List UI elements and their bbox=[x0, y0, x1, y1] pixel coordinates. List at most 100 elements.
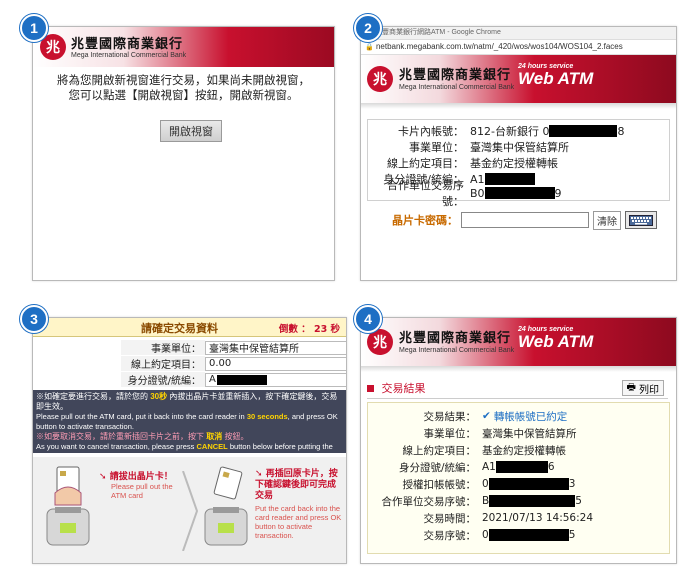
note-confirm-en: Please pull out the ATM card, put it bac… bbox=[36, 412, 343, 432]
row-suffix: 9 bbox=[554, 186, 562, 200]
row-value: 臺灣集中保管結算所 bbox=[482, 427, 577, 440]
panel-webatm-pin: 兆豐商業銀行網路ATM - Google Chrome 🔒 netbank.me… bbox=[360, 26, 677, 281]
pin-input[interactable] bbox=[461, 212, 589, 228]
row-value: A bbox=[205, 372, 346, 387]
row-value-text: A bbox=[209, 374, 216, 385]
result-row-status: 交易結果： ✔ 轉帳帳號已約定 bbox=[368, 407, 568, 425]
result-box: 交易結果： ✔ 轉帳帳號已約定 事業單位： 臺灣集中保管結算所 線上約定項目： … bbox=[367, 402, 670, 554]
note-confirm-cn: ※如確定要進行交易，請於您的 30秒 內拔出晶片卡並重新插入，按下確定鍵後，交易… bbox=[36, 392, 343, 412]
webatm-text: Web ATM bbox=[518, 332, 594, 351]
step-badge-3: 3 bbox=[20, 305, 48, 333]
message-line-1: 將為您開啟新視窗進行交易，如果尚未開啟視窗， bbox=[57, 73, 310, 87]
card-reader-icon bbox=[204, 466, 248, 546]
row-value: 0 bbox=[482, 529, 489, 541]
redacted-block bbox=[484, 187, 555, 199]
row-value: 臺灣集中保管結算所 bbox=[205, 340, 346, 355]
note-text: ※如確定要進行交易，請於您的 bbox=[36, 392, 151, 401]
step-insert-cn: 再插回原卡片，按下確認鍵後即可完成交易 bbox=[255, 469, 338, 501]
note-cancel-cn: ※如要取消交易，請於重新插回卡片之前，按下 取消 按鈕。 bbox=[36, 432, 343, 442]
row-suffix: 5 bbox=[575, 495, 582, 507]
url-text: netbank.megabank.com.tw/natm/_420/wos/wo… bbox=[375, 42, 623, 51]
note-highlight: CANCEL bbox=[196, 442, 228, 451]
printer-icon: 🖶 bbox=[626, 381, 636, 393]
open-window-message: 將為您開啟新視窗進行交易，如果尚未開啟視窗， 您可以點選【開啟視窗】按鈕，開啟新… bbox=[33, 73, 334, 103]
row-label: 線上約定項目： bbox=[387, 157, 464, 170]
note-text: As you want to cancel transaction, pleas… bbox=[36, 442, 197, 451]
print-button[interactable]: 🖶 列印 bbox=[621, 380, 664, 396]
section-marker-icon bbox=[367, 384, 374, 392]
step-badge-1: 1 bbox=[20, 14, 48, 42]
webatm-banner: 兆 兆豐國際商業銀行 Mega International Commercial… bbox=[361, 318, 676, 366]
row-label: 身分證號/統編： bbox=[121, 372, 205, 387]
row-suffix: 6 bbox=[547, 461, 555, 473]
row-value: B0 bbox=[470, 186, 485, 200]
note-text: 按鈕。 bbox=[222, 432, 249, 441]
result-row-id-number: 身分證號/統編： A1 6 bbox=[368, 458, 555, 476]
section-title: 交易結果 bbox=[381, 382, 426, 395]
row-value: B bbox=[482, 495, 490, 507]
bank-logo-icon: 兆 bbox=[367, 66, 393, 92]
result-row-transaction-time: 交易時間： 2021/07/13 14:56:24 bbox=[368, 509, 594, 527]
open-window-button[interactable]: 開啟視窗 bbox=[160, 120, 222, 142]
row-value: 0.00 bbox=[205, 356, 346, 371]
row-value: 2021/07/13 14:56:24 bbox=[482, 512, 594, 524]
panel-transaction-result: 兆 兆豐國際商業銀行 Mega International Commercial… bbox=[360, 317, 677, 564]
chevron-right-icon bbox=[181, 470, 199, 552]
panel-open-window: 兆 兆豐國際商業銀行 Mega International Commercial… bbox=[32, 26, 335, 281]
confirm-row-id-number: 身分證號/統編： A bbox=[121, 372, 346, 387]
row-label: 卡片內帳號： bbox=[398, 125, 464, 138]
note-text: ※如要取消交易，請於重新插回卡片之前，按下 bbox=[36, 432, 207, 441]
note-highlight: 30秒 bbox=[150, 392, 168, 401]
row-label: 合作單位交易序號： bbox=[381, 495, 477, 508]
step-remove-card: ➘ 請拔出晶片卡！ Please pull out the ATM card bbox=[99, 469, 185, 500]
result-row-partner-serial: 合作單位交易序號： B 5 bbox=[368, 492, 582, 510]
card-reader-remove-illustration bbox=[41, 463, 95, 551]
arrow-down-icon: ➘ bbox=[255, 469, 266, 479]
row-label: 身分證號/統編： bbox=[398, 461, 476, 474]
print-label: 列印 bbox=[639, 384, 659, 396]
confirm-title: 請確定交易資料 bbox=[141, 322, 218, 335]
clear-button[interactable]: 清除 bbox=[593, 210, 621, 230]
result-section-header: 交易結果 🖶 列印 bbox=[367, 380, 668, 399]
row-value: 臺灣集中保管結算所 bbox=[470, 141, 569, 154]
bank-name-cn: 兆豐國際商業銀行 bbox=[399, 331, 512, 346]
result-row-transaction-serial: 交易序號： 0 5 bbox=[368, 526, 575, 544]
row-value: 基金約定授權轉帳 bbox=[482, 444, 566, 457]
note-highlight: 30 seconds bbox=[246, 412, 288, 421]
step-insert-title: ➘ 再插回原卡片，按下確認鍵後即可完成交易 bbox=[255, 469, 343, 502]
confirm-row-agreement: 線上約定項目： 0.00 bbox=[121, 356, 346, 371]
browser-urlbar[interactable]: 🔒 netbank.megabank.com.tw/natm/_420/wos/… bbox=[361, 40, 676, 55]
banner-shadow bbox=[361, 103, 676, 109]
result-row-business-unit: 事業單位： 臺灣集中保管結算所 bbox=[368, 424, 577, 442]
webatm-text: Web ATM bbox=[518, 69, 594, 88]
bank-name-en: Mega International Commercial Bank bbox=[71, 52, 187, 59]
pin-label: 晶片卡密碼： bbox=[392, 214, 458, 227]
redacted-block bbox=[549, 125, 618, 137]
note-text: Please pull out the ATM card, put it bac… bbox=[36, 412, 247, 421]
bank-name-en: Mega International Commercial Bank bbox=[399, 347, 515, 354]
row-value: 812-台新銀行 0 bbox=[470, 125, 550, 138]
step-remove-title: ➘ 請拔出晶片卡！ bbox=[99, 469, 185, 482]
row-suffix: 5 bbox=[568, 529, 576, 541]
arrow-down-icon: ➘ bbox=[99, 472, 110, 482]
row-label: 交易時間： bbox=[423, 512, 477, 525]
keyboard-icon[interactable] bbox=[625, 211, 657, 229]
card-reader-icon bbox=[46, 466, 90, 546]
row-label: 線上約定項目： bbox=[121, 356, 205, 371]
countdown-text: 倒數 ： 23 秒 bbox=[278, 324, 340, 335]
bank-name-en: Mega International Commercial Bank bbox=[399, 84, 515, 91]
redacted-block bbox=[488, 529, 569, 541]
row-label: 授權扣帳帳號： bbox=[402, 478, 477, 491]
row-label: 事業單位： bbox=[409, 141, 464, 154]
bank-banner: 兆 兆豐國際商業銀行 Mega International Commercial… bbox=[33, 27, 334, 67]
bank-logo-icon: 兆 bbox=[367, 329, 393, 355]
step-remove-cn: 請拔出晶片卡！ bbox=[109, 472, 173, 482]
bank-name-cn: 兆豐國際商業銀行 bbox=[399, 68, 512, 83]
row-suffix: 8 bbox=[617, 124, 625, 138]
webatm-banner: 兆 兆豐國際商業銀行 Mega International Commercial… bbox=[361, 55, 676, 103]
webatm-logo: 24 hours service Web ATM bbox=[518, 326, 593, 351]
info-row-partner-serial: 合作單位交易序號： B0 9 bbox=[368, 179, 562, 208]
browser-titlebar: 兆豐商業銀行網路ATM - Google Chrome bbox=[361, 27, 676, 40]
row-value: 轉帳帳號已約定 bbox=[493, 410, 568, 423]
webatm-logo: 24 hours service Web ATM bbox=[518, 63, 593, 88]
